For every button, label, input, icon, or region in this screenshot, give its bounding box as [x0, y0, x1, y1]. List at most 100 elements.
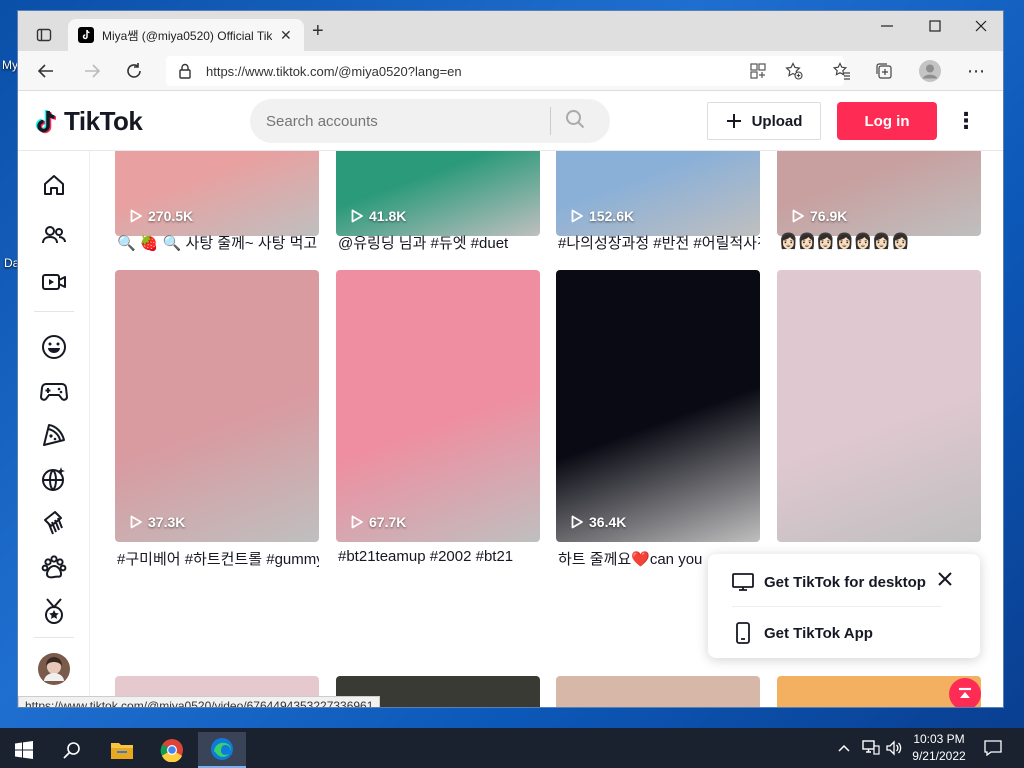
close-window-icon[interactable] — [958, 11, 1003, 41]
video-card[interactable]: 36.4K 하트 줄께요❤️can you — [556, 270, 760, 574]
video-thumbnail[interactable] — [556, 676, 760, 707]
get-desktop-label: Get TikTok for desktop — [764, 573, 926, 591]
clock-date: 9/21/2022 — [912, 749, 966, 763]
close-tab-icon[interactable]: ✕ — [280, 27, 292, 44]
tiktok-wordmark: TikTok — [64, 106, 143, 136]
play-icon — [792, 209, 804, 223]
chrome-icon[interactable] — [148, 732, 196, 768]
tab-actions-icon[interactable] — [32, 23, 56, 47]
url-text: https://www.tiktok.com/@miya0520?lang=en — [206, 63, 462, 79]
volume-icon[interactable] — [886, 728, 902, 768]
upload-label: Upload — [751, 112, 803, 130]
tab-strip: Miya쌤 (@miya0520) Official TikTok ✕ + — [18, 11, 1003, 51]
status-link-preview: https://www.tiktok.com/@miya0520/video/6… — [18, 696, 381, 707]
windows-start-icon[interactable] — [0, 732, 48, 768]
view-count: 76.9K — [791, 208, 847, 224]
view-count-value: 76.9K — [810, 208, 848, 224]
search-divider — [550, 107, 551, 135]
video-card[interactable] — [777, 270, 981, 574]
view-count: 152.6K — [570, 208, 634, 224]
tab-tiktok[interactable]: Miya쌤 (@miya0520) Official TikTok ✕ — [68, 19, 304, 51]
search-icon[interactable] — [565, 109, 585, 134]
lock-icon[interactable] — [178, 63, 192, 82]
view-count: 41.8K — [350, 208, 406, 224]
tiktok-header: TikTok Upload Log in ⋮ — [18, 92, 1003, 151]
maximize-icon[interactable] — [912, 11, 958, 41]
search-input[interactable] — [250, 112, 550, 130]
network-icon[interactable] — [862, 728, 880, 768]
get-app-link[interactable]: Get TikTok App — [732, 622, 873, 644]
play-icon — [571, 209, 583, 223]
desktop-icon-label[interactable]: My — [2, 58, 18, 72]
comedy-emoji-icon[interactable] — [40, 333, 68, 361]
play-icon — [571, 515, 583, 529]
tiktok-page: TikTok Upload Log in ⋮ — [18, 92, 1003, 707]
view-count-value: 270.5K — [148, 208, 194, 224]
file-explorer-icon[interactable] — [98, 732, 146, 768]
live-video-icon[interactable] — [40, 268, 68, 296]
home-icon[interactable] — [40, 171, 68, 199]
minimize-icon[interactable] — [864, 11, 910, 41]
get-desktop-link[interactable]: Get TikTok for desktop — [732, 572, 926, 592]
search-icon[interactable] — [48, 732, 96, 768]
play-icon — [351, 209, 363, 223]
popup-divider — [732, 606, 942, 607]
video-caption[interactable]: @유링딩 님과 #듀엣 #duet — [338, 232, 540, 253]
view-count: 37.3K — [129, 514, 185, 530]
arrow-up-icon — [959, 687, 971, 698]
animals-paw-icon[interactable] — [40, 553, 68, 581]
get-app-popup: Get TikTok for desktop Get TikTok App — [708, 554, 980, 658]
video-thumbnail[interactable] — [777, 270, 981, 542]
taskbar-clock[interactable]: 10:03 PM 9/21/2022 — [906, 731, 972, 765]
video-caption[interactable]: #구미베어 #하트컨트롤 #gummybear — [117, 548, 319, 569]
browser-toolbar: https://www.tiktok.com/@miya0520?lang=en… — [18, 51, 1003, 91]
login-button[interactable]: Log in — [837, 102, 937, 140]
more-options-icon[interactable]: ⋮ — [955, 106, 977, 136]
forward-icon[interactable] — [80, 59, 104, 83]
app-available-icon[interactable] — [746, 59, 770, 83]
sports-globe-icon[interactable] — [40, 465, 68, 493]
favorites-icon[interactable] — [830, 59, 854, 83]
close-icon[interactable] — [938, 570, 952, 591]
settings-more-icon[interactable]: ⋯ — [964, 59, 988, 83]
scroll-to-top-button[interactable] — [949, 678, 981, 707]
edge-icon[interactable] — [198, 732, 246, 768]
tiktok-favicon — [78, 27, 94, 43]
video-caption[interactable]: #나의성장과정 #반전 #어릴적사진 — [558, 232, 760, 253]
account-avatar[interactable] — [38, 653, 70, 685]
view-count: 67.7K — [350, 514, 406, 530]
beauty-comb-icon[interactable] — [40, 509, 68, 537]
video-thumbnail[interactable]: 36.4K — [556, 270, 760, 542]
play-icon — [130, 515, 142, 529]
notifications-icon[interactable] — [984, 728, 1002, 768]
browser-window: Miya쌤 (@miya0520) Official TikTok ✕ + h — [17, 10, 1004, 708]
play-icon — [351, 515, 363, 529]
video-card[interactable]: 37.3K #구미베어 #하트컨트롤 #gummybear — [115, 270, 319, 574]
video-caption[interactable]: 👩🏻👩🏻👩🏻👩🏻👩🏻👩🏻👩🏻 — [779, 232, 981, 250]
search-box — [250, 99, 610, 143]
collections-icon[interactable] — [872, 59, 896, 83]
back-icon[interactable] — [34, 59, 58, 83]
following-icon[interactable] — [40, 221, 68, 249]
clock-time: 10:03 PM — [913, 732, 965, 746]
video-caption[interactable]: #bt21teamup #2002 #bt21 — [338, 548, 540, 565]
tiktok-logo[interactable]: TikTok — [34, 106, 143, 137]
add-favorite-icon[interactable] — [782, 59, 806, 83]
upload-button[interactable]: Upload — [707, 102, 821, 140]
address-bar[interactable]: https://www.tiktok.com/@miya0520?lang=en — [166, 56, 844, 86]
sidebar-divider — [34, 311, 74, 312]
desktop-monitor-icon — [732, 573, 754, 591]
video-caption[interactable]: 🔍 🍓 🔍 사탕 줄께~ 사탕 먹고 싶은 사람? — [117, 232, 319, 253]
video-thumbnail[interactable]: 67.7K — [336, 270, 540, 542]
video-thumbnail[interactable]: 37.3K — [115, 270, 319, 542]
food-pizza-icon[interactable] — [40, 421, 68, 449]
tray-chevron-icon[interactable] — [838, 728, 850, 768]
profile-avatar-icon[interactable] — [918, 59, 942, 83]
view-count-value: 152.6K — [589, 208, 635, 224]
refresh-icon[interactable] — [122, 59, 146, 83]
gaming-controller-icon[interactable] — [40, 377, 68, 405]
video-card[interactable]: 67.7K #bt21teamup #2002 #bt21 — [336, 270, 540, 574]
new-tab-icon[interactable]: + — [312, 21, 324, 41]
tab-title: Miya쌤 (@miya0520) Official TikTok — [102, 28, 272, 43]
achievement-medal-icon[interactable] — [40, 597, 68, 625]
